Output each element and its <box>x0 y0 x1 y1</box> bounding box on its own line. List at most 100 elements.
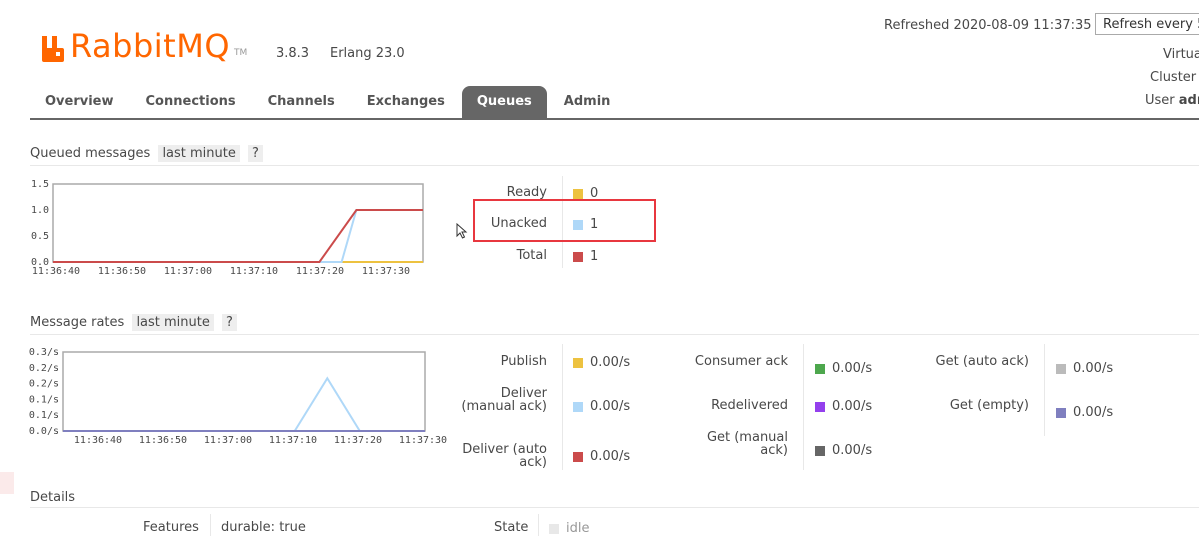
get-manual-rate: 0.00/s <box>832 443 873 458</box>
deliver-manual-rate: 0.00/s <box>590 399 631 414</box>
user-info: User adr <box>1145 93 1199 108</box>
message-rates-chart: 0.3/s 0.2/s 0.2/s 0.1/s 0.1/s 0.0/s 11:36:40 11… <box>28 346 458 452</box>
queued-range-button[interactable]: last minute <box>158 145 240 162</box>
rate-label-get-auto: Get (auto ack) <box>935 354 1029 369</box>
state-idle-text: idle <box>566 521 590 536</box>
virtual-host-label: Virtua <box>1163 47 1199 62</box>
state-label: State <box>494 520 529 535</box>
x-tick-label: 11:36:40 <box>74 435 122 446</box>
tab-connections[interactable]: Connections <box>131 86 251 118</box>
tab-admin[interactable]: Admin <box>549 86 626 118</box>
queued-help-button[interactable]: ? <box>248 145 263 162</box>
y-tick-label: 0.3/s <box>29 347 59 358</box>
tab-channels[interactable]: Channels <box>253 86 350 118</box>
publish-rate: 0.00/s <box>590 355 631 370</box>
rate-label-get-empty: Get (empty) <box>949 398 1029 413</box>
features-label: Features <box>143 520 199 535</box>
feature-durable: durable: true <box>221 520 306 535</box>
rate-value-consumer-ack: 0.00/s <box>815 361 872 376</box>
deliver-auto-swatch <box>573 451 583 462</box>
message-rates-header: Message rates last minute ? <box>30 314 237 331</box>
unacked-highlight-box <box>473 199 656 242</box>
x-tick-label: 11:37:20 <box>296 266 344 277</box>
tab-exchanges[interactable]: Exchanges <box>352 86 460 118</box>
legend-value-total: 1 <box>573 249 598 264</box>
refreshed-timestamp: Refreshed 2020-08-09 11:37:35 <box>884 18 1092 33</box>
mouse-cursor-icon <box>456 223 468 239</box>
rate-label-redelivered: Redelivered <box>711 398 788 413</box>
rate-value-redelivered: 0.00/s <box>815 399 872 414</box>
y-tick-label: 1.0 <box>31 205 49 216</box>
consumer-ack-rate: 0.00/s <box>832 361 873 376</box>
rate-value-deliver-auto: 0.00/s <box>573 449 630 464</box>
logo-text: RabbitMQ <box>70 27 230 65</box>
queued-messages-title: Queued messages <box>30 146 151 161</box>
x-tick-label: 11:37:30 <box>399 435 447 446</box>
get-manual-swatch <box>815 445 825 456</box>
legend-label-ready: Ready <box>506 185 547 200</box>
y-tick-label: 0.5 <box>31 231 49 242</box>
rate-value-deliver-manual: 0.00/s <box>573 399 630 414</box>
rate-value-get-empty: 0.00/s <box>1056 405 1113 420</box>
user-name[interactable]: adr <box>1179 93 1199 108</box>
rate-value-get-manual: 0.00/s <box>815 443 872 458</box>
state-idle-indicator <box>549 523 559 534</box>
feature-durable-key: durable: <box>221 520 276 535</box>
tab-divider <box>30 118 1199 120</box>
erlang-version-label: Erlang 23.0 <box>330 46 405 61</box>
deliver-auto-rate: 0.00/s <box>590 449 631 464</box>
total-count: 1 <box>590 249 599 264</box>
x-tick-label: 11:37:00 <box>204 435 252 446</box>
redelivered-rate: 0.00/s <box>832 399 873 414</box>
rate-label-consumer-ack: Consumer ack <box>694 354 788 369</box>
get-empty-swatch <box>1056 407 1066 418</box>
queued-messages-chart: 1.5 1.0 0.5 0.0 11:36:40 11:36:50 11:37:00 11:3… <box>28 178 438 280</box>
series-line <box>53 209 423 263</box>
x-tick-label: 11:36:50 <box>98 266 146 277</box>
rates-divider-2 <box>803 344 804 470</box>
x-tick-label: 11:37:00 <box>164 266 212 277</box>
ready-swatch <box>573 188 583 199</box>
rates-help-button[interactable]: ? <box>222 314 237 331</box>
rate-label-deliver-auto: Deliver (auto ack) <box>462 442 547 470</box>
y-tick-label: 0.2/s <box>29 363 59 374</box>
x-tick-label: 11:37:10 <box>230 266 278 277</box>
section-divider <box>30 507 1199 508</box>
state-value: idle <box>549 521 589 536</box>
user-label: User <box>1145 93 1175 108</box>
redelivered-swatch <box>815 401 825 412</box>
queued-messages-header: Queued messages last minute ? <box>30 145 263 162</box>
version-label: 3.8.3 <box>276 46 310 61</box>
y-tick-label: 0.0/s <box>29 426 59 437</box>
tab-queues[interactable]: Queues <box>461 86 547 118</box>
publish-swatch <box>573 357 583 368</box>
rates-range-button[interactable]: last minute <box>132 314 214 331</box>
chart-frame <box>62 351 426 432</box>
message-rates-chart-svg: 0.3/s 0.2/s 0.2/s 0.1/s 0.1/s 0.0/s 11:36:40 11… <box>29 347 447 446</box>
consumer-ack-swatch <box>815 363 825 374</box>
legend-label-total: Total <box>516 248 547 263</box>
total-swatch <box>573 251 583 262</box>
refresh-interval-select[interactable]: Refresh every 5 <box>1095 13 1199 35</box>
series-line <box>63 376 425 432</box>
rate-label-get-manual: Get (manual ack) <box>706 430 788 458</box>
rates-divider-3 <box>1044 344 1045 436</box>
main-nav-tabs: Overview Connections Channels Exchanges … <box>30 86 627 118</box>
logo-tm: TM <box>234 48 248 58</box>
rabbitmq-logo-icon <box>42 36 64 62</box>
details-divider-1 <box>210 514 211 536</box>
x-tick-label: 11:36:50 <box>139 435 187 446</box>
message-rates-title: Message rates <box>30 315 125 330</box>
rate-label-publish: Publish <box>500 354 547 369</box>
get-empty-rate: 0.00/s <box>1073 405 1114 420</box>
y-tick-label: 0.1/s <box>29 410 59 421</box>
y-tick-label: 1.5 <box>31 179 49 190</box>
tab-overview[interactable]: Overview <box>30 86 129 118</box>
series-line <box>53 209 423 263</box>
x-tick-label: 11:36:40 <box>32 266 80 277</box>
rate-value-publish: 0.00/s <box>573 355 630 370</box>
section-divider <box>30 165 1199 166</box>
details-title: Details <box>30 490 76 505</box>
rate-label-deliver-manual: Deliver (manual ack) <box>461 386 547 414</box>
y-tick-label: 0.2/s <box>29 379 59 390</box>
